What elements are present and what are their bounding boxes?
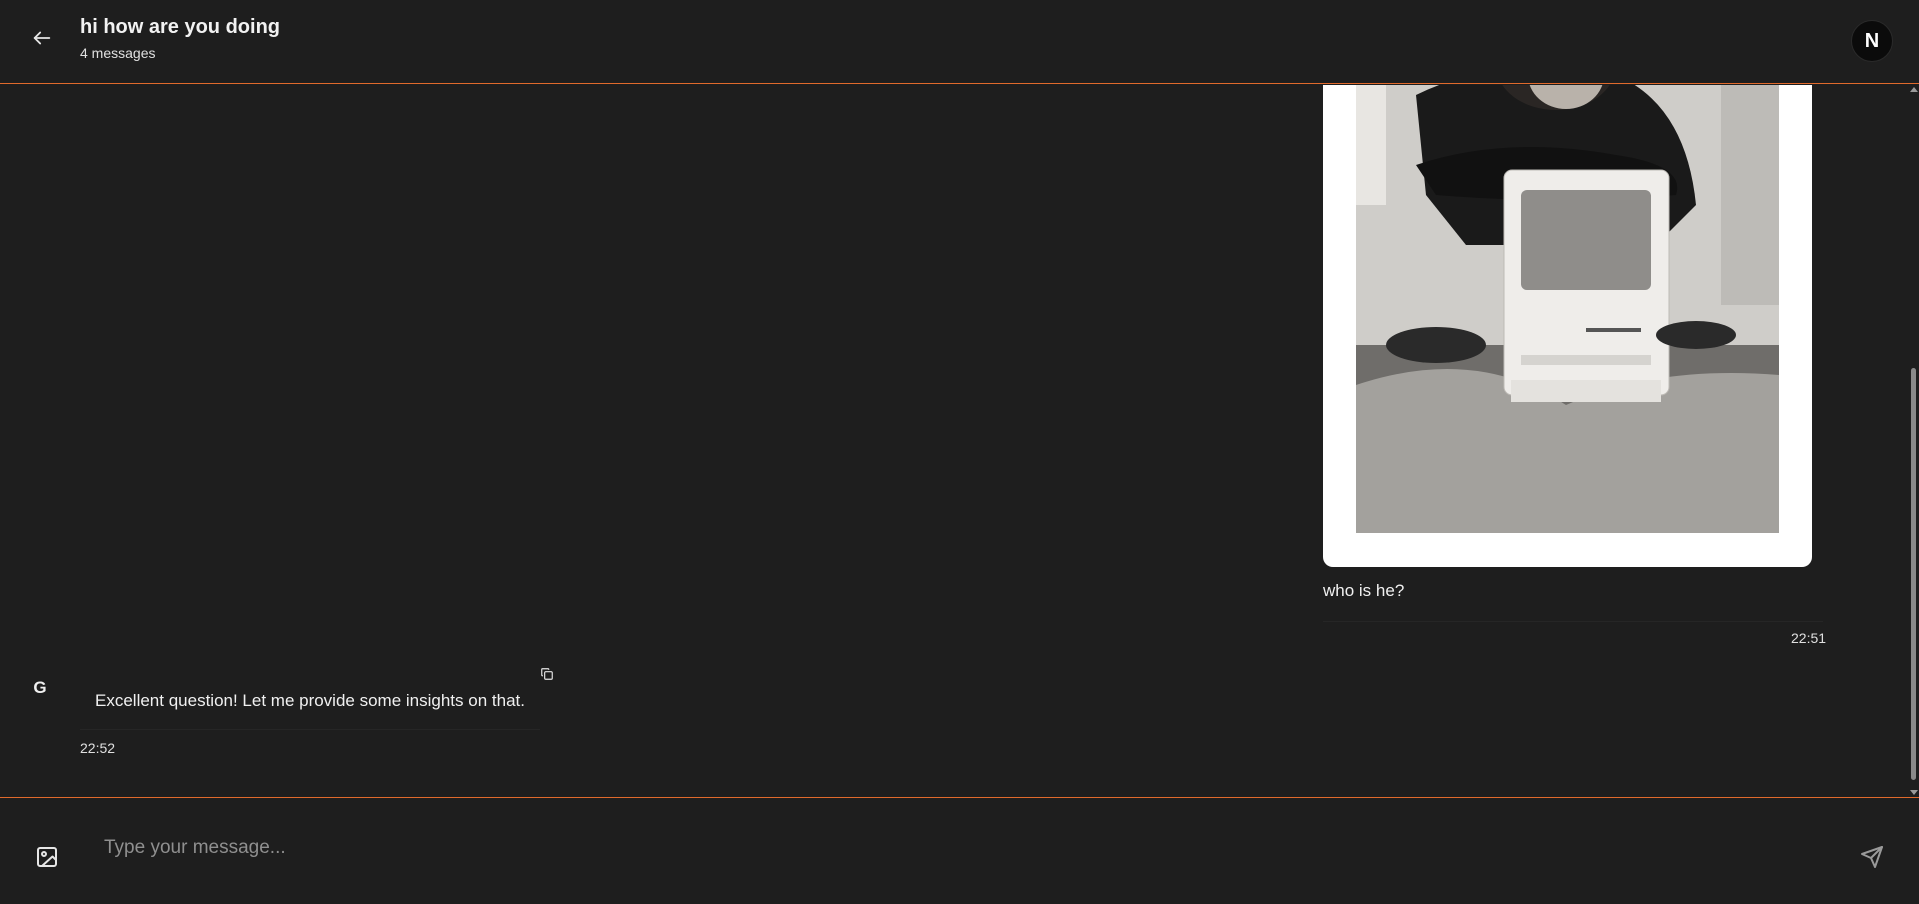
assistant-avatar-letter: G bbox=[33, 678, 47, 697]
chat-header: hi how are you doing 4 messages N bbox=[0, 0, 1919, 84]
scrollbar-thumb[interactable] bbox=[1911, 368, 1916, 780]
scroll-down-arrow-icon[interactable] bbox=[1910, 790, 1918, 795]
message-composer bbox=[0, 797, 1919, 904]
user-message-divider bbox=[1323, 621, 1823, 622]
user-message-text: who is he? bbox=[1323, 581, 1405, 600]
user-image-attachment[interactable] bbox=[1323, 85, 1812, 567]
image-icon bbox=[37, 847, 57, 867]
avatar-letter: N bbox=[1864, 29, 1880, 52]
copy-icon bbox=[541, 668, 553, 680]
attached-photo bbox=[1356, 85, 1779, 533]
chat-scrollbar[interactable] bbox=[1908, 85, 1919, 797]
assistant-message-text: Excellent question! Let me provide some … bbox=[95, 691, 525, 710]
user-message-time: 22:51 bbox=[1791, 630, 1827, 646]
photo-illustration bbox=[1356, 85, 1779, 533]
back-button[interactable] bbox=[24, 22, 60, 54]
send-icon bbox=[1861, 846, 1883, 868]
scroll-up-arrow-icon[interactable] bbox=[1910, 87, 1918, 92]
assistant-message-time: 22:52 bbox=[80, 740, 116, 756]
message-count: 4 messages bbox=[80, 45, 156, 61]
arrow-left-icon bbox=[33, 31, 51, 45]
chat-title: hi how are you doing bbox=[80, 16, 280, 38]
assistant-message-divider bbox=[80, 729, 540, 730]
assistant-avatar: G bbox=[28, 676, 52, 700]
user-avatar[interactable]: N bbox=[1851, 20, 1893, 62]
attach-image-button[interactable] bbox=[30, 840, 64, 874]
copy-button[interactable] bbox=[538, 665, 556, 683]
send-button[interactable] bbox=[1855, 840, 1889, 874]
chat-area[interactable]: who is he? 22:51 G Excellent question! L… bbox=[0, 85, 1908, 797]
message-input[interactable] bbox=[96, 828, 1836, 868]
